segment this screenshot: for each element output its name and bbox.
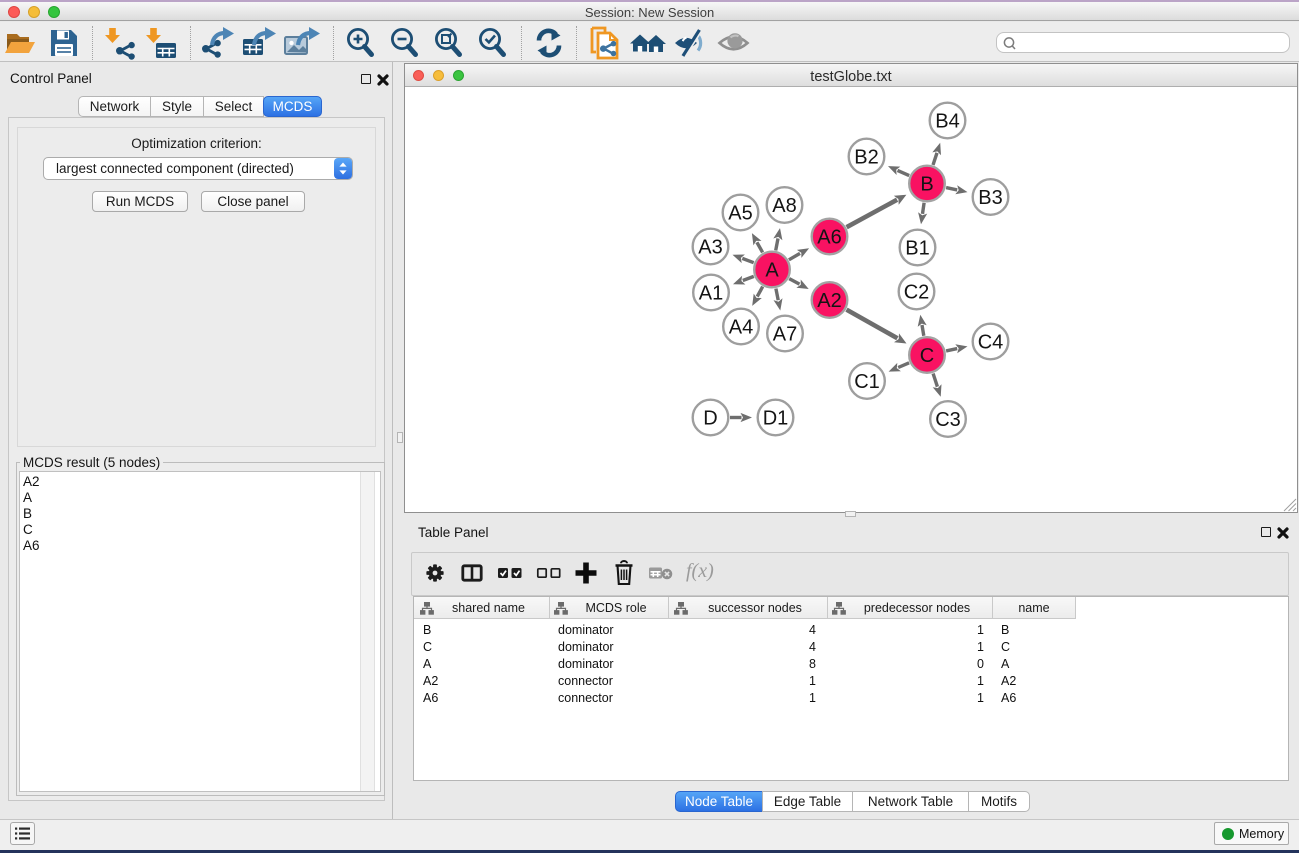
- svg-text:C: C: [920, 345, 934, 367]
- svg-text:A2: A2: [817, 290, 841, 312]
- svg-text:C1: C1: [854, 371, 880, 393]
- svg-text:A1: A1: [699, 282, 723, 304]
- svg-text:A3: A3: [698, 236, 722, 258]
- svg-text:D1: D1: [763, 407, 789, 429]
- svg-text:A4: A4: [729, 316, 753, 338]
- svg-text:D: D: [703, 407, 717, 429]
- svg-text:A7: A7: [773, 323, 797, 345]
- svg-text:B4: B4: [935, 110, 959, 132]
- svg-text:A5: A5: [728, 202, 752, 224]
- svg-text:A6: A6: [817, 226, 841, 248]
- svg-text:B: B: [920, 173, 933, 195]
- svg-text:A8: A8: [772, 195, 796, 217]
- svg-text:B3: B3: [978, 187, 1002, 209]
- svg-text:B1: B1: [905, 237, 929, 259]
- svg-text:B2: B2: [854, 146, 878, 168]
- svg-text:C3: C3: [935, 409, 961, 431]
- svg-text:C2: C2: [904, 281, 930, 303]
- svg-text:A: A: [765, 259, 779, 281]
- svg-text:C4: C4: [978, 331, 1004, 353]
